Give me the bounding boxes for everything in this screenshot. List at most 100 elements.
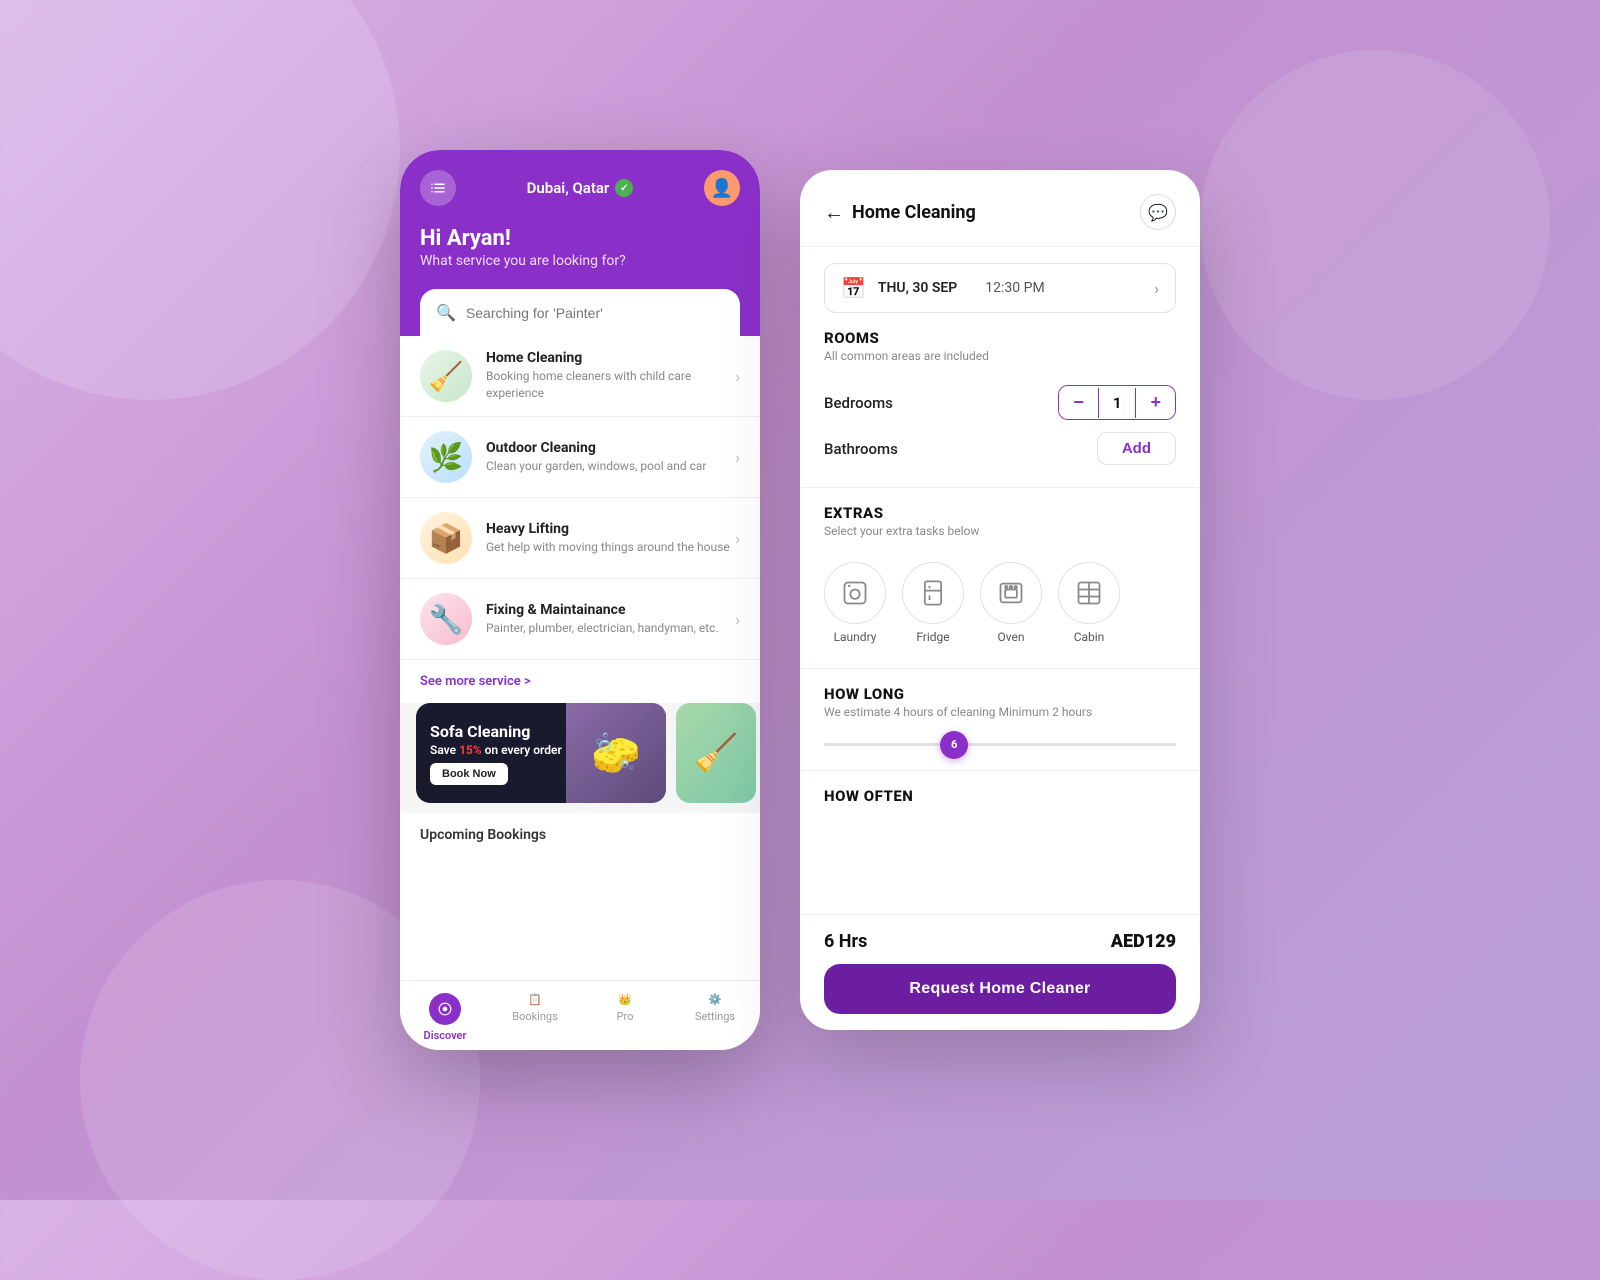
bedrooms-decrease-button[interactable]: − (1059, 386, 1098, 419)
book-now-button[interactable]: Book Now (430, 763, 508, 785)
nav-settings-label: Settings (695, 1010, 735, 1023)
service-item-outdoor-cleaning[interactable]: 🌿 Outdoor Cleaning Clean your garden, wi… (400, 417, 760, 498)
nav-discover-label: Discover (424, 1029, 467, 1042)
panel-title: Home Cleaning (852, 202, 976, 223)
chat-button[interactable]: 💬 (1140, 194, 1176, 230)
fridge-label: Fridge (916, 630, 949, 644)
upcoming-bookings: Upcoming Bookings (400, 813, 760, 853)
location-display[interactable]: Dubai, Qatar ✓ (527, 179, 634, 197)
rooms-title: ROOMS (824, 329, 1176, 347)
bookings-icon: 📋 (528, 993, 542, 1006)
sofa-cleaning-banner[interactable]: Sofa Cleaning Save 15% on every order Bo… (416, 703, 666, 803)
outdoor-cleaning-text: Outdoor Cleaning Clean your garden, wind… (486, 440, 735, 475)
banner-save: Save 15% on every order (430, 743, 562, 757)
home-cleaning-icon: 🧹 (420, 350, 472, 402)
service-item-home-cleaning[interactable]: 🧹 Home Cleaning Booking home cleaners wi… (400, 336, 760, 417)
see-more-link[interactable]: See more service > (420, 674, 531, 689)
pro-icon: 👑 (618, 993, 632, 1006)
panel-footer: 6 Hrs AED129 Request Home Cleaner (800, 914, 1200, 1030)
request-cleaner-button[interactable]: Request Home Cleaner (824, 964, 1176, 1014)
laundry-icon-circle (824, 562, 886, 624)
left-phone: Dubai, Qatar ✓ 👤 Hi Aryan! What service … (400, 150, 760, 1050)
nav-pro-label: Pro (617, 1010, 634, 1023)
duration-slider[interactable]: 6 (824, 735, 1176, 754)
bedrooms-row: Bedrooms − 1 + (824, 379, 1176, 426)
bedrooms-increase-button[interactable]: + (1136, 386, 1175, 419)
greeting-title: Hi Aryan! (420, 226, 740, 251)
bathrooms-label: Bathrooms (824, 440, 898, 458)
heavy-lifting-icon: 📦 (420, 512, 472, 564)
howlong-title: HOW LONG (824, 685, 1176, 703)
search-input[interactable] (466, 305, 724, 321)
nav-bookings[interactable]: 📋 Bookings (490, 993, 580, 1042)
banner-image: 🧽 (566, 703, 666, 803)
cabin-label: Cabin (1074, 630, 1105, 644)
extras-scroll: Laundry Fridge Oven (824, 554, 1176, 652)
outdoor-cleaning-desc: Clean your garden, windows, pool and car (486, 458, 735, 475)
user-avatar[interactable]: 👤 (704, 170, 740, 206)
date-text: THU, 30 SEP (878, 280, 957, 296)
bedrooms-label: Bedrooms (824, 394, 893, 412)
heavy-lifting-name: Heavy Lifting (486, 521, 735, 537)
extra-laundry[interactable]: Laundry (824, 562, 886, 644)
bathrooms-add-button[interactable]: Add (1097, 432, 1176, 465)
bg-decoration-3 (1200, 50, 1550, 400)
extra-cabin[interactable]: Cabin (1058, 562, 1120, 644)
outdoor-cleaning-icon: 🌿 (420, 431, 472, 483)
chevron-icon-2: › (735, 448, 740, 467)
laundry-label: Laundry (834, 630, 877, 644)
date-chevron-icon: › (1154, 279, 1159, 298)
menu-button[interactable] (420, 170, 456, 206)
time-text: 12:30 PM (985, 280, 1044, 296)
location-text: Dubai, Qatar (527, 179, 610, 197)
fixing-icon: 🔧 (420, 593, 472, 645)
greeting-subtitle: What service you are looking for? (420, 253, 740, 269)
howoften-title: HOW OFTEN (824, 787, 1176, 805)
heavy-lifting-desc: Get help with moving things around the h… (486, 539, 735, 556)
price-row: 6 Hrs AED129 (824, 931, 1176, 952)
home-cleaning-name: Home Cleaning (486, 350, 735, 366)
fixing-desc: Painter, plumber, electrician, handyman,… (486, 620, 735, 637)
date-row-left: 📅 THU, 30 SEP 12:30 PM (841, 276, 1045, 300)
bedrooms-counter: − 1 + (1058, 385, 1176, 420)
settings-icon: ⚙️ (708, 993, 722, 1006)
right-panel: ← Home Cleaning 💬 📅 THU, 30 SEP 12:30 PM… (800, 170, 1200, 1030)
chat-icon: 💬 (1148, 203, 1168, 222)
chevron-icon-3: › (735, 529, 740, 548)
search-bar[interactable]: 🔍 (420, 289, 740, 336)
slider-fill (824, 743, 947, 746)
service-item-fixing[interactable]: 🔧 Fixing & Maintainance Painter, plumber… (400, 579, 760, 660)
fixing-text: Fixing & Maintainance Painter, plumber, … (486, 602, 735, 637)
howlong-subtitle: We estimate 4 hours of cleaning Minimum … (824, 705, 1176, 719)
banner-save-prefix: Save (430, 743, 459, 757)
nav-bookings-label: Bookings (512, 1010, 558, 1023)
calendar-icon: 📅 (841, 276, 866, 300)
back-button[interactable]: ← Home Cleaning (824, 200, 976, 225)
outdoor-cleaning-name: Outdoor Cleaning (486, 440, 735, 456)
slider-track: 6 (824, 743, 1176, 746)
banners-section: Sofa Cleaning Save 15% on every order Bo… (400, 703, 760, 813)
banner-save-suffix: on every order (482, 743, 562, 757)
phone-header: Dubai, Qatar ✓ 👤 Hi Aryan! What service … (400, 150, 760, 336)
panel-header: ← Home Cleaning 💬 (800, 170, 1200, 247)
banner-title: Sofa Cleaning (430, 722, 562, 741)
extras-title: EXTRAS (824, 504, 1176, 522)
extra-oven[interactable]: Oven (980, 562, 1042, 644)
nav-discover[interactable]: Discover (400, 993, 490, 1042)
fridge-icon-circle (902, 562, 964, 624)
banner-save-amount: 15% (459, 743, 482, 757)
verified-icon: ✓ (615, 179, 633, 197)
date-time-selector[interactable]: 📅 THU, 30 SEP 12:30 PM › (824, 263, 1176, 313)
bg-decoration-1 (0, 0, 400, 400)
rooms-section: ROOMS All common areas are included Bedr… (800, 329, 1200, 488)
service-item-heavy-lifting[interactable]: 📦 Heavy Lifting Get help with moving thi… (400, 498, 760, 579)
extra-fridge[interactable]: Fridge (902, 562, 964, 644)
home-cleaning-text: Home Cleaning Booking home cleaners with… (486, 350, 735, 402)
how-often-section: HOW OFTEN (800, 771, 1200, 813)
heavy-lifting-text: Heavy Lifting Get help with moving thing… (486, 521, 735, 556)
chevron-icon: › (735, 367, 740, 386)
nav-pro[interactable]: 👑 Pro (580, 993, 670, 1042)
how-long-section: HOW LONG We estimate 4 hours of cleaning… (800, 669, 1200, 771)
nav-settings[interactable]: ⚙️ Settings (670, 993, 760, 1042)
second-banner[interactable]: 🧹 (676, 703, 756, 803)
